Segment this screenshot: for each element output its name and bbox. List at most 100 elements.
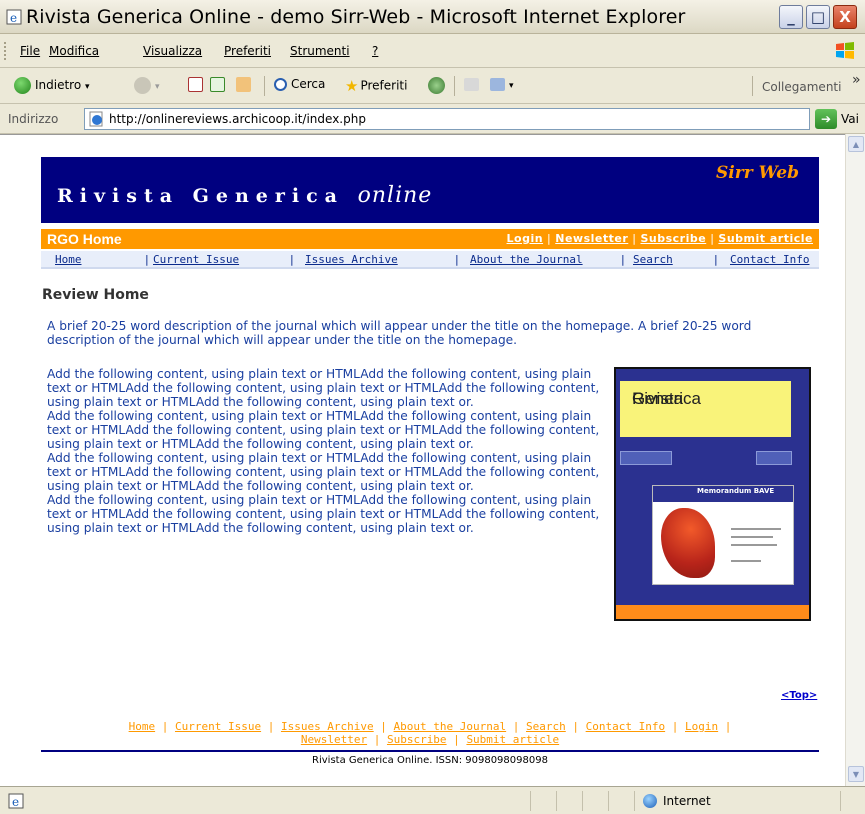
nav-issues-archive[interactable]: Issues Archive bbox=[305, 253, 398, 266]
search-icon bbox=[274, 78, 287, 91]
menu-visualizza[interactable]: Visualizza bbox=[143, 44, 202, 58]
footer-search[interactable]: Search bbox=[526, 720, 566, 733]
chevron-down-icon[interactable]: ▾ bbox=[155, 82, 160, 92]
subscribe-link[interactable]: Subscribe bbox=[640, 232, 706, 245]
site-logo[interactable]: Rivista Generica online bbox=[57, 183, 432, 208]
close-icon: X bbox=[839, 8, 851, 26]
edit-icon bbox=[490, 78, 505, 91]
status-cell bbox=[608, 791, 609, 811]
cover-strip bbox=[620, 451, 672, 465]
page-status-icon: e bbox=[8, 793, 24, 809]
favorites-label: Preferiti bbox=[360, 78, 408, 93]
minimize-icon: _ bbox=[787, 8, 795, 26]
status-bar: e Internet bbox=[0, 786, 865, 814]
toolbar-grip[interactable] bbox=[4, 42, 6, 60]
address-bar: Indirizzo http://onlinereviews.archicoop… bbox=[0, 104, 865, 134]
logo-online: online bbox=[357, 183, 433, 208]
go-arrow-icon[interactable]: ➔ bbox=[815, 109, 837, 129]
cover-text-line bbox=[731, 544, 777, 546]
account-links: Login | Newsletter | Subscribe | Submit … bbox=[506, 232, 813, 245]
footer-subscribe[interactable]: Subscribe bbox=[387, 733, 447, 746]
window-titlebar: e Rivista Generica Online - demo Sirr-We… bbox=[0, 0, 865, 34]
maximize-button[interactable]: □ bbox=[806, 5, 830, 29]
page-icon bbox=[89, 111, 103, 127]
menu-strumenti[interactable]: Strumenti bbox=[290, 44, 350, 58]
cover-title-block: Rivista Generica bbox=[620, 381, 791, 437]
nav-about[interactable]: About the Journal bbox=[470, 253, 583, 266]
menu-file[interactable]: File bbox=[20, 44, 40, 58]
stop-button[interactable] bbox=[188, 77, 207, 95]
nav-divider: | bbox=[621, 253, 625, 266]
toolbar-separator bbox=[752, 76, 753, 96]
menu-modifica[interactable]: Modifica bbox=[49, 44, 99, 58]
section-bar: RGO Home Login | Newsletter | Subscribe … bbox=[41, 229, 819, 249]
nav-divider: | bbox=[455, 253, 459, 266]
menu-help[interactable]: ? bbox=[372, 44, 378, 58]
windows-logo-icon bbox=[836, 42, 854, 59]
newsletter-link[interactable]: Newsletter bbox=[555, 232, 628, 245]
scroll-down-icon[interactable]: ▼ bbox=[848, 766, 864, 782]
footer-contact[interactable]: Contact Info bbox=[586, 720, 665, 733]
footer-nav: Home | Current Issue | Issues Archive | … bbox=[128, 720, 732, 746]
toolbar-overflow-icon[interactable]: » bbox=[852, 72, 861, 88]
cover-band: Memorandum BAVE bbox=[653, 486, 793, 502]
refresh-button[interactable] bbox=[210, 77, 229, 95]
nav-current-issue[interactable]: Current Issue bbox=[153, 253, 239, 266]
submit-article-link[interactable]: Submit article bbox=[718, 232, 813, 245]
maximize-icon: □ bbox=[810, 8, 826, 26]
journal-cover-image: Rivista Generica Memorandum BAVE bbox=[614, 367, 811, 621]
forward-button[interactable]: ▾ bbox=[134, 77, 160, 95]
go-button[interactable]: Vai bbox=[841, 112, 859, 126]
vertical-scrollbar[interactable]: ▲ ▼ bbox=[845, 134, 865, 786]
refresh-icon bbox=[210, 77, 225, 92]
resize-grip[interactable] bbox=[840, 791, 841, 811]
cover-text-line bbox=[731, 560, 761, 562]
nav-contact[interactable]: Contact Info bbox=[730, 253, 809, 266]
home-button[interactable] bbox=[236, 77, 255, 95]
footer-submit-article[interactable]: Submit article bbox=[466, 733, 559, 746]
print-icon bbox=[464, 78, 479, 91]
menu-bar: File Modifica Visualizza Preferiti Strum… bbox=[0, 34, 865, 68]
content-paragraph: Add the following content, using plain t… bbox=[47, 409, 600, 451]
footer-about[interactable]: About the Journal bbox=[394, 720, 507, 733]
back-to-top-link[interactable]: <Top> bbox=[781, 690, 817, 701]
svg-text:e: e bbox=[12, 795, 19, 809]
back-arrow-icon bbox=[14, 77, 31, 94]
address-label: Indirizzo bbox=[8, 112, 59, 126]
nav-search[interactable]: Search bbox=[633, 253, 673, 266]
nav-home[interactable]: Home bbox=[55, 253, 82, 266]
cover-text-line bbox=[731, 536, 773, 538]
favorites-button[interactable]: ★ Preferiti bbox=[345, 77, 407, 95]
issn-notice: Rivista Generica Online. ISSN: 909809809… bbox=[312, 755, 548, 766]
search-button[interactable]: Cerca bbox=[274, 77, 325, 95]
content-paragraph: Add the following content, using plain t… bbox=[47, 451, 600, 493]
footer-newsletter[interactable]: Newsletter bbox=[301, 733, 367, 746]
footer-current-issue[interactable]: Current Issue bbox=[175, 720, 261, 733]
head-illustration bbox=[661, 508, 715, 578]
minimize-button[interactable]: _ bbox=[779, 5, 803, 29]
menu-preferiti[interactable]: Preferiti bbox=[224, 44, 271, 58]
back-button[interactable]: Indietro ▾ bbox=[14, 77, 90, 95]
close-button[interactable]: X bbox=[833, 5, 857, 29]
address-url: http://onlinereviews.archicoop.it/index.… bbox=[109, 112, 366, 126]
ie-icon: e bbox=[6, 9, 22, 25]
security-zone: Internet bbox=[643, 794, 711, 808]
footer-login[interactable]: Login bbox=[685, 720, 718, 733]
footer-issues-archive[interactable]: Issues Archive bbox=[281, 720, 374, 733]
chevron-down-icon[interactable]: ▾ bbox=[85, 82, 90, 92]
edit-button[interactable]: ▾ bbox=[490, 77, 514, 95]
login-link[interactable]: Login bbox=[507, 232, 544, 245]
forward-arrow-icon bbox=[134, 77, 151, 94]
history-button[interactable] bbox=[428, 77, 449, 95]
cover-title-line: Generica bbox=[632, 389, 701, 408]
address-input[interactable]: http://onlinereviews.archicoop.it/index.… bbox=[84, 108, 810, 130]
sirr-web-brand: Sirr Web bbox=[716, 163, 799, 183]
chevron-down-icon[interactable]: ▾ bbox=[509, 81, 514, 91]
footer-home[interactable]: Home bbox=[129, 720, 156, 733]
print-button[interactable] bbox=[464, 77, 483, 95]
logo-title: Rivista Generica bbox=[57, 185, 344, 207]
links-bar-label[interactable]: Collegamenti bbox=[762, 80, 841, 94]
status-cell bbox=[530, 791, 531, 811]
scroll-up-icon[interactable]: ▲ bbox=[848, 136, 864, 152]
cover-strip bbox=[756, 451, 792, 465]
